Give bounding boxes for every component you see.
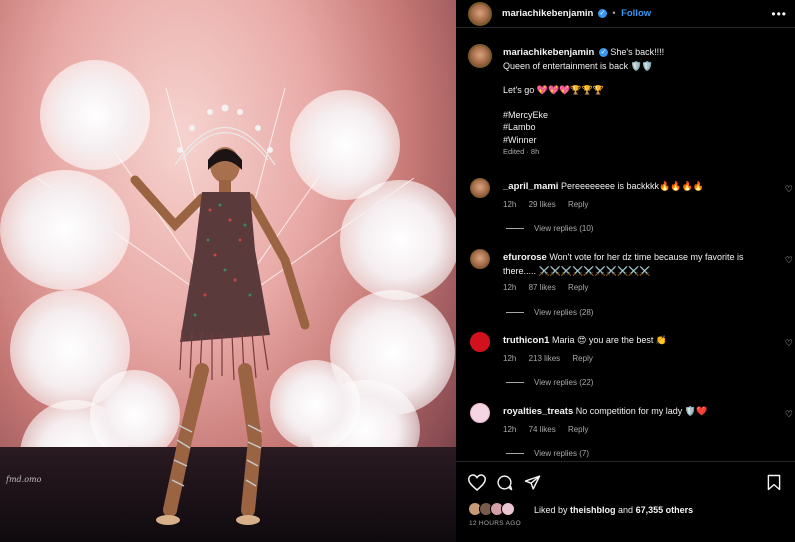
comment-time: 12h — [503, 425, 517, 434]
comment-likes[interactable]: 74 likes — [529, 425, 556, 434]
caption: mariachikebenjamin ✓ She's back!!!! Quee… — [456, 44, 795, 164]
comment-reply-button[interactable]: Reply — [568, 425, 588, 434]
liked-by-count[interactable]: 67,355 others — [636, 505, 694, 515]
liked-by-and: and — [615, 505, 636, 515]
bookmark-icon[interactable] — [767, 474, 781, 491]
caption-username[interactable]: mariachikebenjamin — [503, 47, 594, 58]
author-line: mariachikebenjamin ✓ • Follow — [502, 8, 651, 19]
comment-text: Pereeeeeeee is backkkk🔥🔥🔥🔥 — [560, 181, 704, 191]
feather — [340, 180, 456, 300]
comment-icon[interactable] — [496, 474, 513, 491]
commenter-username[interactable]: truthicon1 — [503, 335, 549, 346]
commenter-avatar[interactable] — [470, 403, 490, 423]
view-replies-button[interactable]: View replies (10) — [506, 224, 593, 233]
comment-like-heart-icon[interactable]: ♡ — [785, 255, 793, 266]
caption-line2: Queen of entertainment is back 🛡️🛡️ — [503, 60, 653, 71]
caption-edited: Edited · 8h — [503, 147, 540, 156]
separator-dot: • — [612, 8, 616, 18]
commenter-avatar[interactable] — [470, 249, 490, 269]
view-replies-label: View replies (7) — [534, 449, 589, 458]
comment-time: 12h — [503, 200, 517, 209]
comment-meta: 12h 29 likes Reply — [503, 200, 598, 209]
view-replies-label: View replies (28) — [534, 308, 594, 317]
comment-item: truthicon1 Maria 😍 you are the best 👏 ♡ … — [456, 332, 795, 392]
comment-text: No competition for my lady 🛡️❤️ — [575, 406, 708, 416]
commenter-avatar[interactable] — [470, 332, 490, 352]
commenter-username[interactable]: royalties_treats — [503, 406, 573, 417]
more-options-icon[interactable]: ••• — [771, 7, 787, 21]
caption-line3: Let's go 💖💖💖🏆🏆🏆 — [503, 85, 604, 95]
replies-line — [506, 228, 524, 230]
comment-item: efurorose Won't vote for her dz time bec… — [456, 249, 795, 323]
caption-line1: She's back!!!! — [610, 47, 665, 57]
comment-likes[interactable]: 213 likes — [529, 354, 561, 363]
liker-avatar — [501, 502, 515, 516]
replies-line — [506, 312, 524, 314]
follow-button[interactable]: Follow — [621, 8, 651, 19]
comment-body: truthicon1 Maria 😍 you are the best 👏 — [503, 334, 773, 348]
view-replies-button[interactable]: View replies (7) — [506, 449, 589, 458]
comment-like-heart-icon[interactable]: ♡ — [785, 184, 793, 195]
comment-like-heart-icon[interactable]: ♡ — [785, 409, 793, 420]
comment-likes[interactable]: 29 likes — [529, 200, 556, 209]
comment-meta: 12h 213 likes Reply — [503, 354, 603, 363]
comment-meta: 12h 87 likes Reply — [503, 283, 598, 292]
liked-by-username[interactable]: theishblog — [570, 505, 616, 515]
replies-line — [506, 453, 524, 455]
share-icon[interactable] — [524, 474, 541, 491]
caption-body: mariachikebenjamin ✓ She's back!!!! Quee… — [503, 46, 773, 159]
performer-figure — [130, 104, 310, 525]
photo-credit: fmd.omo — [6, 475, 42, 484]
liked-by-prefix: Liked by — [534, 505, 571, 515]
post-side-panel: mariachikebenjamin ✓ • Follow ••• mariac… — [456, 0, 795, 542]
comments-list[interactable]: mariachikebenjamin ✓ She's back!!!! Quee… — [456, 36, 795, 461]
comment-reply-button[interactable]: Reply — [568, 200, 588, 209]
replies-line — [506, 382, 524, 384]
comment-likes[interactable]: 87 likes — [529, 283, 556, 292]
comment-text: Maria 😍 you are the best 👏 — [551, 335, 668, 345]
comment-item: royalties_treats No competition for my l… — [456, 403, 795, 461]
view-replies-label: View replies (22) — [534, 378, 594, 387]
hashtag-link[interactable]: #Winner — [503, 134, 773, 147]
comment-time: 12h — [503, 354, 517, 363]
comment-like-heart-icon[interactable]: ♡ — [785, 338, 793, 349]
comment-reply-button[interactable]: Reply — [572, 354, 592, 363]
commenter-username[interactable]: efurorose — [503, 252, 547, 263]
comment-meta: 12h 74 likes Reply — [503, 425, 598, 434]
comment-body: efurorose Won't vote for her dz time bec… — [503, 251, 773, 277]
view-replies-button[interactable]: View replies (28) — [506, 308, 593, 317]
liked-by-avatars[interactable] — [468, 502, 528, 518]
heart-icon[interactable] — [468, 474, 486, 491]
comment-time: 12h — [503, 283, 517, 292]
verified-badge-icon: ✓ — [598, 48, 608, 58]
post-actions: Liked by theishblog and 67,355 others 12… — [456, 461, 795, 542]
comment-item: _april_mami Pereeeeeeee is backkkk🔥🔥🔥🔥 ♡… — [456, 178, 795, 238]
commenter-avatar[interactable] — [470, 178, 490, 198]
post-photo[interactable]: fmd.omo — [0, 0, 456, 542]
verified-badge-icon: ✓ — [597, 9, 607, 19]
author-username[interactable]: mariachikebenjamin — [502, 8, 593, 19]
liked-by-text: Liked by theishblog and 67,355 others — [534, 505, 693, 515]
caption-avatar[interactable] — [468, 44, 492, 68]
commenter-username[interactable]: _april_mami — [503, 181, 558, 192]
view-replies-button[interactable]: View replies (22) — [506, 378, 593, 387]
hashtag-link[interactable]: #MercyEke — [503, 109, 773, 122]
hashtag-link[interactable]: #Lambo — [503, 121, 773, 134]
author-avatar[interactable] — [468, 2, 492, 26]
post-header: mariachikebenjamin ✓ • Follow ••• — [456, 0, 795, 28]
feather — [0, 170, 130, 290]
comment-reply-button[interactable]: Reply — [568, 283, 588, 292]
comment-body: royalties_treats No competition for my l… — [503, 405, 773, 419]
view-replies-label: View replies (10) — [534, 224, 594, 233]
comment-body: _april_mami Pereeeeeeee is backkkk🔥🔥🔥🔥 — [503, 180, 773, 194]
post-timestamp[interactable]: 12 HOURS AGO — [469, 520, 521, 527]
